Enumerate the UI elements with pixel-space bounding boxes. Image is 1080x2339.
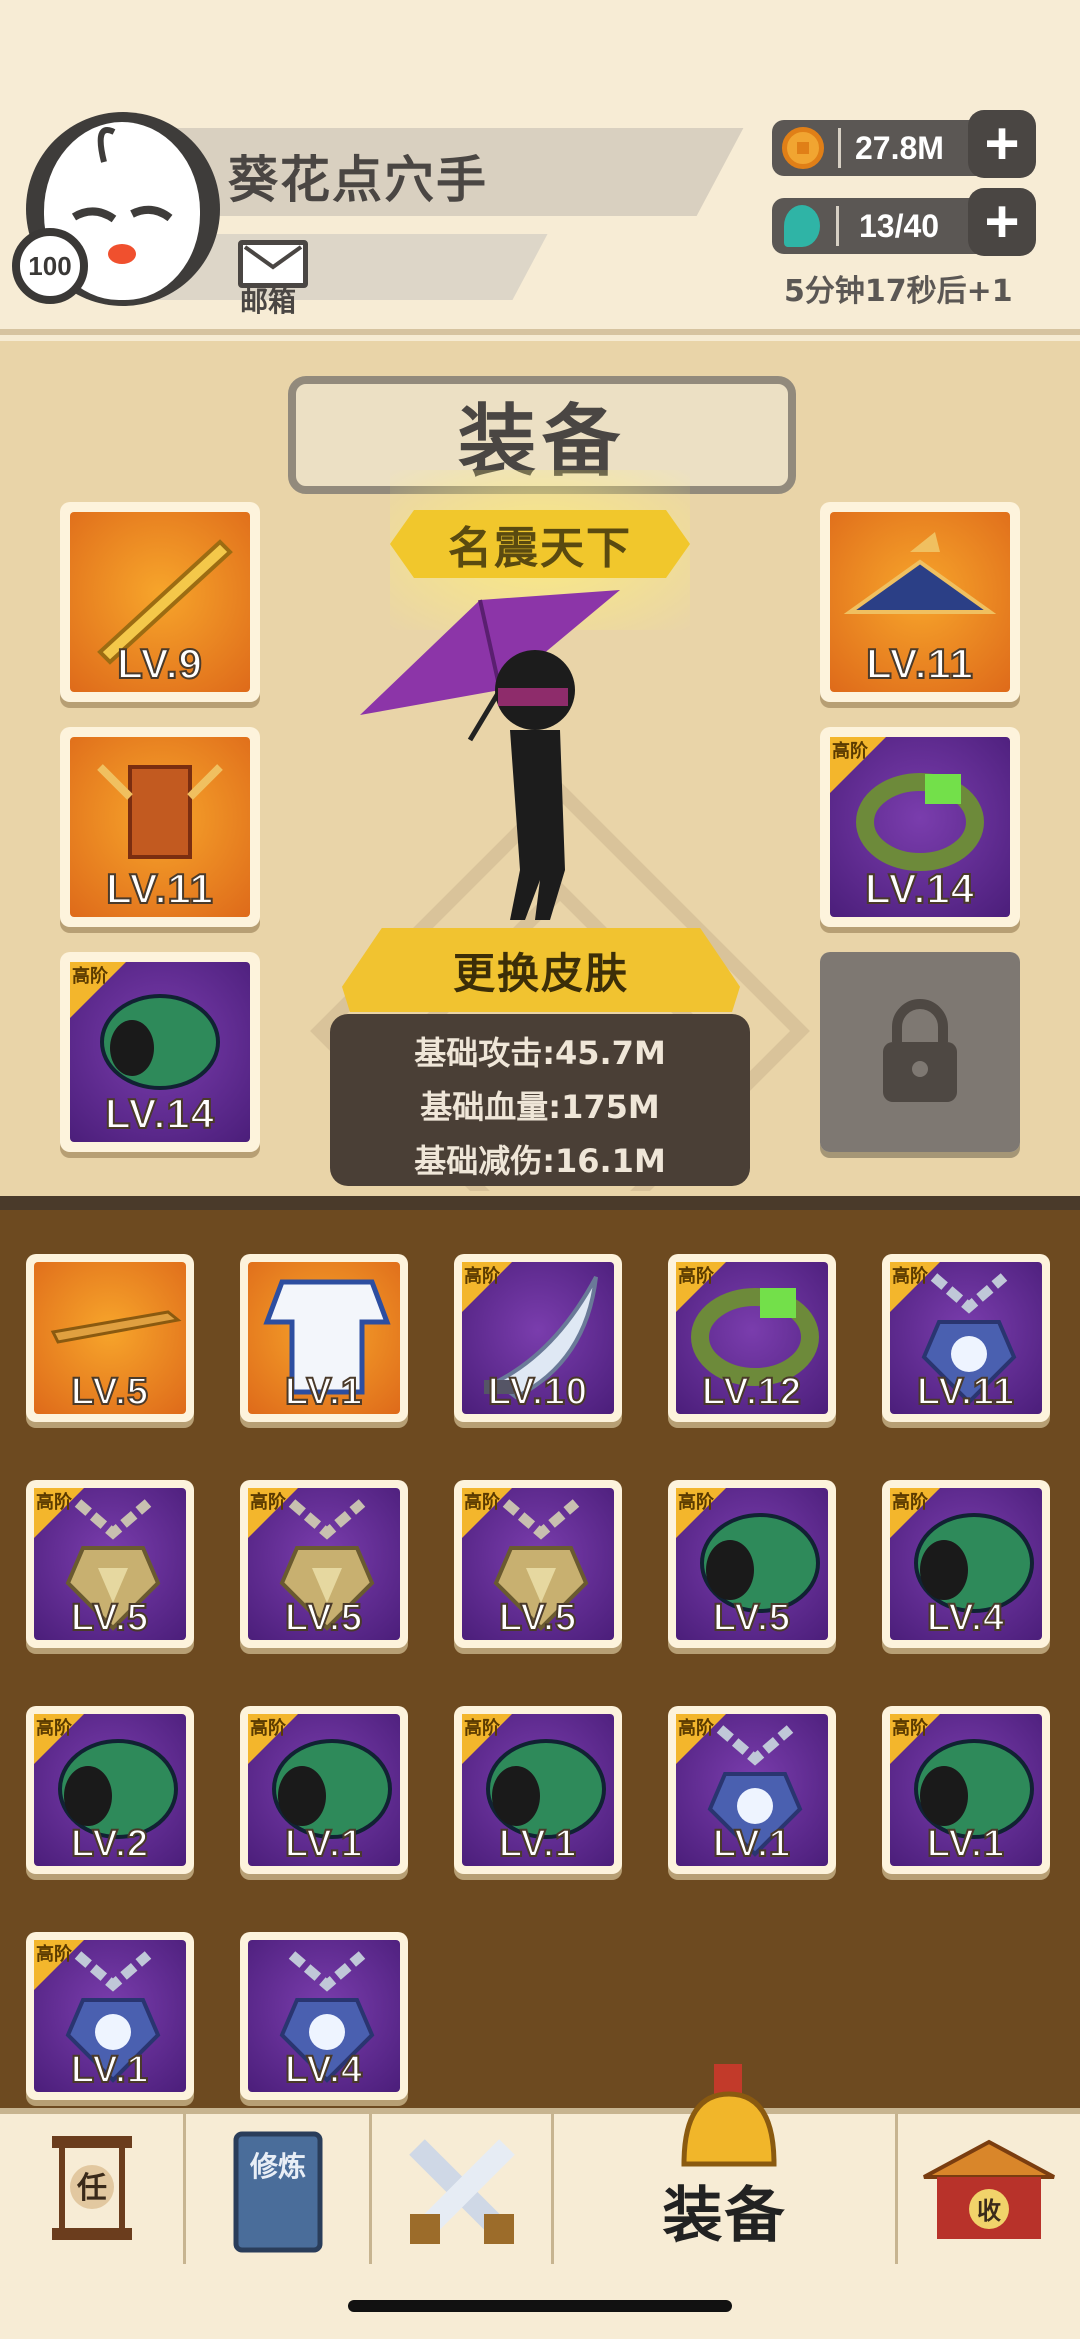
inventory-item-slot[interactable]: 高阶 LV.5 <box>454 1480 622 1648</box>
inventory-item-slot[interactable]: 高阶 LV.1 <box>668 1706 836 1874</box>
high-tier-tag: 高阶 <box>36 1944 72 1965</box>
slot-level: LV.2 <box>70 1822 149 1866</box>
high-tier-tag: 高阶 <box>464 1492 500 1513</box>
inventory-item-slot[interactable]: 高阶 LV.5 <box>26 1480 194 1648</box>
slot-level: LV.4 <box>284 2048 363 2092</box>
book-icon: 修炼 <box>233 2131 322 2253</box>
inventory-item-slot[interactable]: 高阶 LV.5 <box>240 1480 408 1648</box>
inventory-item-slot[interactable]: 高阶 LV.1 <box>454 1706 622 1874</box>
lock-icon <box>883 999 957 1102</box>
add-coins-button[interactable]: + <box>968 110 1036 178</box>
slot-level: LV.1 <box>926 1822 1005 1866</box>
high-tier-tag: 高阶 <box>892 1492 928 1513</box>
inventory-item-slot[interactable]: 高阶 LV.11 <box>882 1254 1050 1422</box>
equipped-armor-slot[interactable]: LV.11 <box>60 727 260 927</box>
energy-regen-timer: 5分钟17秒后+1 <box>784 274 1013 309</box>
equipped-ring-slot[interactable]: 高阶 LV.14 <box>820 727 1020 927</box>
high-tier-tag: 高阶 <box>678 1718 714 1739</box>
slot-level: LV.11 <box>865 639 974 688</box>
inventory-item-slot[interactable]: 高阶 LV.4 <box>882 1480 1050 1648</box>
inventory-item-slot[interactable]: 高阶 LV.12 <box>668 1254 836 1422</box>
slot-level: LV.12 <box>701 1370 803 1414</box>
slot-level: LV.14 <box>104 1089 216 1138</box>
slot-level: LV.5 <box>284 1596 363 1640</box>
nav-battle-tab[interactable] <box>372 2114 554 2270</box>
nav-training-tab[interactable]: 修炼 <box>186 2114 372 2270</box>
base-stats-panel: 基础攻击:45.7M 基础血量:175M 基础减伤:16.1M <box>330 1014 750 1186</box>
task-icon-char: 任 <box>76 2171 107 2206</box>
energy-drop-icon <box>784 205 820 247</box>
equipped-hat-slot[interactable]: LV.11 <box>820 502 1020 702</box>
slot-level: LV.14 <box>864 864 976 913</box>
nav-equipment-tab[interactable]: 装备 <box>554 2064 898 2270</box>
inventory-item-slot[interactable]: 高阶 LV.10 <box>454 1254 622 1422</box>
slot-level: LV.5 <box>70 1596 149 1640</box>
add-energy-button[interactable]: + <box>968 188 1036 256</box>
slot-level: LV.11 <box>105 864 214 913</box>
high-tier-tag: 高阶 <box>892 1266 928 1287</box>
nav-equipment-label[interactable]: 装备 <box>663 2167 787 2254</box>
locked-slot[interactable] <box>820 952 1020 1152</box>
bottom-nav: 任 修炼 装备 收 <box>0 2064 1080 2270</box>
armor-icon <box>97 764 223 859</box>
top-bar: 100 葵花点穴手 邮箱 27.8M + 13/40 + 5分钟17秒后+1 <box>0 0 1080 335</box>
home-indicator[interactable] <box>348 2300 732 2312</box>
high-tier-tag: 高阶 <box>464 1266 500 1287</box>
mail-label[interactable]: 邮箱 <box>240 280 296 320</box>
inventory-item-slot[interactable]: LV.5 <box>26 1254 194 1422</box>
nav-collect-tab[interactable]: 收 <box>898 2114 1080 2270</box>
character-sprite <box>360 590 620 920</box>
training-icon-chars: 修炼 <box>248 2150 305 2183</box>
high-tier-tag: 高阶 <box>678 1492 714 1513</box>
inventory-item-slot[interactable]: 高阶 LV.1 <box>26 1932 194 2100</box>
high-tier-tag: 高阶 <box>250 1718 286 1739</box>
slot-level: LV.1 <box>284 1822 363 1866</box>
inventory-item-slot[interactable]: 高阶 LV.1 <box>882 1706 1050 1874</box>
inventory-item-slot[interactable]: 高阶 LV.5 <box>668 1480 836 1648</box>
high-tier-tag: 高阶 <box>464 1718 500 1739</box>
high-tier-tag: 高阶 <box>678 1266 714 1287</box>
slot-level: LV.5 <box>70 1370 149 1414</box>
player-level-badge: 100 <box>12 228 88 304</box>
high-tier-tag: 高阶 <box>36 1492 72 1513</box>
energy-value: 13/40 <box>859 207 940 244</box>
high-tier-tag: 高阶 <box>250 1492 286 1513</box>
rank-badge: 名震天下 <box>390 510 690 578</box>
slot-level: LV.1 <box>498 1822 577 1866</box>
inventory-item-slot[interactable]: 高阶 LV.1 <box>240 1706 408 1874</box>
coins-value: 27.8M <box>855 129 944 166</box>
equipped-bracer-slot[interactable]: 高阶 LV.14 <box>60 952 260 1152</box>
nav-task-tab[interactable]: 任 <box>0 2114 186 2270</box>
high-tier-tag: 高阶 <box>36 1718 72 1739</box>
shop-icon: 收 <box>923 2139 1055 2239</box>
inventory-item-slot[interactable]: 高阶 LV.2 <box>26 1706 194 1874</box>
stat-attack: 基础攻击:45.7M <box>414 1034 666 1072</box>
player-name: 葵花点穴手 <box>228 151 488 209</box>
slot-level: LV.1 <box>70 2048 149 2092</box>
change-skin-button[interactable]: 更换皮肤 <box>342 928 740 1018</box>
crossed-swords-icon <box>408 2139 515 2244</box>
stat-defense: 基础减伤:16.1M <box>414 1142 666 1180</box>
slot-level: LV.9 <box>116 639 203 688</box>
coin-icon <box>782 127 824 169</box>
high-tier-tag: 高阶 <box>892 1718 928 1739</box>
equipped-weapon-slot[interactable]: LV.9 <box>60 502 260 702</box>
slot-level: LV.5 <box>712 1596 791 1640</box>
slot-level: LV.1 <box>712 1822 791 1866</box>
ring-icon <box>856 773 984 871</box>
slot-level: LV.10 <box>487 1370 589 1414</box>
scroll-icon: 任 <box>51 2136 132 2240</box>
stat-hp: 基础血量:175M <box>420 1088 660 1126</box>
inventory-item-slot[interactable]: LV.4 <box>240 1932 408 2100</box>
change-skin-label[interactable]: 更换皮肤 <box>342 928 740 1012</box>
slot-level: LV.5 <box>498 1596 577 1640</box>
collect-icon-char: 收 <box>977 2197 1001 2225</box>
inventory-item-slot[interactable]: LV.1 <box>240 1254 408 1422</box>
slot-level: LV.11 <box>916 1370 1015 1414</box>
helmet-icon <box>681 2064 777 2167</box>
slot-level: LV.1 <box>284 1370 363 1414</box>
slot-level: LV.4 <box>926 1596 1005 1640</box>
bracer-icon <box>100 994 220 1090</box>
